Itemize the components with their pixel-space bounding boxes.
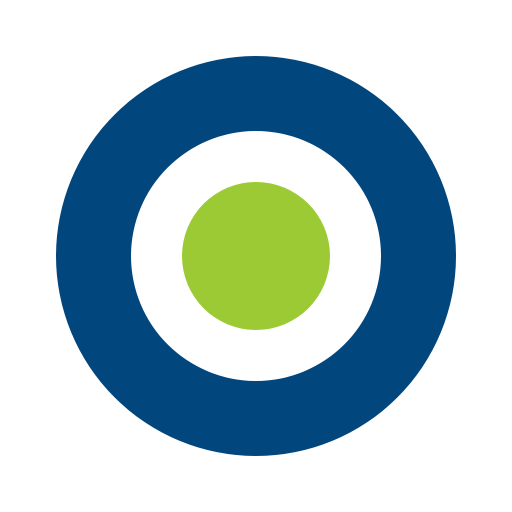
logo-canvas: [0, 0, 512, 512]
center-dot: [182, 182, 330, 330]
target-roundel-icon: [56, 56, 456, 456]
